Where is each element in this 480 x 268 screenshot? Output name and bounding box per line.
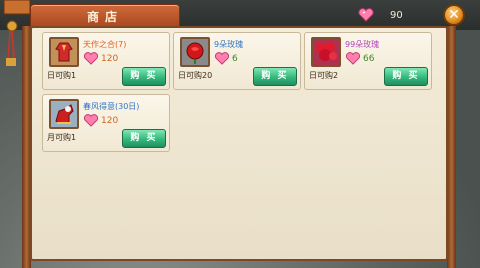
item-name: 9朵玫瑰	[214, 40, 244, 49]
item-price: 66	[345, 52, 374, 65]
item-name: 春风得意(30日)	[83, 102, 140, 111]
heart-gems-icon	[346, 52, 360, 65]
purchase-limit: 日可购1	[47, 71, 77, 80]
heart-gems-icon	[358, 8, 374, 22]
shop-item-card: 9朵玫瑰 6 日可购20 购 买	[173, 32, 301, 90]
buy-button[interactable]: 购 买	[122, 67, 166, 86]
price-value: 66	[363, 53, 375, 64]
shop-item-card: 春风得意(30日) 120 月可购1 购 买	[42, 94, 170, 152]
heart-gems-icon	[84, 52, 98, 65]
shop-item-card: 99朵玫瑰 66 日可购2 购 买	[304, 32, 432, 90]
heart-gems-icon	[215, 52, 229, 65]
price-value: 120	[101, 53, 119, 64]
price-value: 6	[232, 53, 238, 64]
price-value: 120	[101, 115, 119, 126]
rose-bouquet-icon	[311, 37, 341, 67]
purchase-limit: 日可购2	[309, 71, 339, 80]
item-price: 120	[83, 52, 118, 65]
buy-button[interactable]: 购 买	[122, 129, 166, 148]
purchase-limit: 月可购1	[47, 133, 77, 142]
frame-rail-right	[447, 26, 456, 268]
page-title: 商店	[86, 10, 123, 24]
rose-icon	[180, 37, 210, 67]
close-icon: ✕	[448, 7, 460, 23]
item-name: 99朵玫瑰	[345, 40, 380, 49]
red-mount-icon	[49, 99, 79, 129]
buy-button[interactable]: 购 买	[384, 67, 428, 86]
title-tab: 商店	[30, 4, 180, 28]
shop-panel: 天作之合(7) 120 日可购1 购 买 9朵玫瑰 6 日可购20 购 买 99…	[30, 26, 448, 261]
item-name: 天作之合(7)	[83, 40, 127, 49]
item-price: 120	[83, 114, 118, 127]
currency-value: 90	[390, 9, 403, 21]
close-button[interactable]: ✕	[443, 4, 465, 26]
heart-gems-icon	[84, 114, 98, 127]
shop-item-card: 天作之合(7) 120 日可购1 购 买	[42, 32, 170, 90]
red-outfit-icon	[49, 37, 79, 67]
item-price: 6	[214, 52, 238, 65]
currency-display: 90	[358, 6, 403, 24]
buy-button[interactable]: 购 买	[253, 67, 297, 86]
purchase-limit: 日可购20	[178, 71, 213, 80]
